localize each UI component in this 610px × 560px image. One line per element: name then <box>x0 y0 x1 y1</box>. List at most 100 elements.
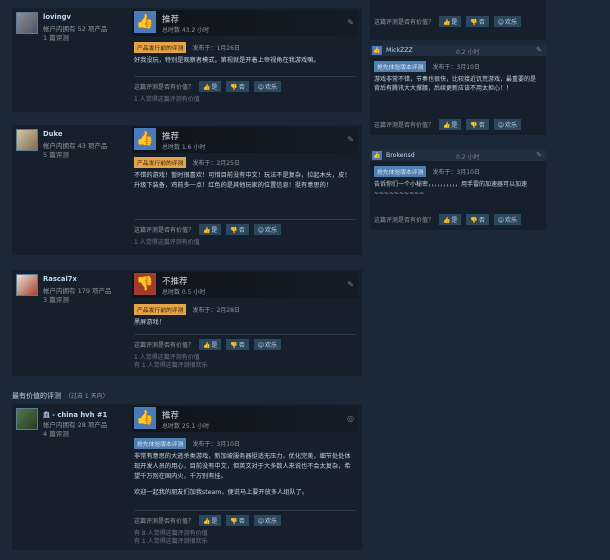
funny-button[interactable]: ☺欢乐 <box>253 515 282 526</box>
funny-button[interactable]: ☺欢乐 <box>253 81 282 92</box>
review-count[interactable]: 4 篇评测 <box>43 428 69 438</box>
review-text: 非常有意思的大逃杀类游戏，新加坡服务器挺适无压力，优化完美，细节处处体现开发人员… <box>134 453 351 480</box>
side-review-text: 告诉你们一个小秘密，，，，，，，，，，用手雷的加速器可以加速 ~~~~~~~~~… <box>374 181 528 197</box>
review-card: lovingv 帐户内拥有 52 项产品 1 篇评测 👍 推荐 总时数 43.2… <box>12 8 362 112</box>
author-name[interactable]: Duke <box>43 130 62 138</box>
author-name[interactable]: Rascal7x <box>43 275 77 283</box>
pin-icon: ✎ <box>536 46 542 54</box>
smile-icon: ☺ <box>257 342 265 349</box>
smile-icon: ☺ <box>497 19 505 26</box>
side-helpful-row: 这篇评测是否有价值？ 👍是 👎否 ☺欢乐 <box>374 214 522 225</box>
review-tag: 抢先体验版本评测 <box>134 438 187 449</box>
yes-button[interactable]: 👍是 <box>438 16 462 27</box>
yes-button[interactable]: 👍是 <box>198 81 222 92</box>
no-button[interactable]: 👎否 <box>226 81 249 92</box>
author-name[interactable]: 血 - china hvh #1 <box>43 409 107 419</box>
posted-date: 发布于：3月10日 <box>192 441 240 448</box>
yes-button[interactable]: 👍是 <box>198 339 222 350</box>
thumb-down-icon: 👎 <box>230 84 238 91</box>
helpful-row: 这篇评测是否有价值？ 👍是 👎否 ☺欢乐 <box>134 515 282 526</box>
funny-button[interactable]: ☺欢乐 <box>253 339 282 350</box>
review-tag: 产品发行前的评测 <box>134 42 187 53</box>
pin-icon: ✎ <box>347 280 354 289</box>
posted-date: 发布于：2月28日 <box>192 307 240 314</box>
side-review-1: 👍 MickZZZ 0.2 小时 ✎ 抢先体验版本评测 发布于：3月10日 游戏… <box>370 45 546 135</box>
yes-button[interactable]: 👍是 <box>438 214 462 225</box>
vote-title: 不推荐 <box>162 277 188 287</box>
review-tag: 抢先体验版本评测 <box>374 61 427 72</box>
vote-title: 推荐 <box>162 411 180 421</box>
thumb-up-icon: 👍 <box>442 122 451 129</box>
review-count[interactable]: 1 篇评测 <box>43 32 69 42</box>
thumb-down-icon: 👎 <box>230 518 238 525</box>
no-button[interactable]: 👎否 <box>226 339 249 350</box>
hours-played: 总时数 0.5 小时 <box>162 289 206 296</box>
funny-count: 有 1 人觉得这篇评测很欢乐 <box>134 538 208 545</box>
helpful-count: 1 人觉得这篇评测有价值 <box>134 239 200 246</box>
side-author-name[interactable]: Brokensd <box>386 152 415 159</box>
thumb-up-icon: 👍 <box>134 128 156 150</box>
funny-button[interactable]: ☺欢乐 <box>493 119 522 130</box>
thumb-down-icon: 👎 <box>470 122 478 129</box>
divider <box>134 76 356 77</box>
helpful-count: 有 8 人觉得这篇评测有价值 <box>134 530 208 537</box>
smile-icon: ☺ <box>497 217 505 224</box>
funny-button[interactable]: ☺欢乐 <box>493 16 522 27</box>
vote-header[interactable]: 👎 不推荐 总时数 0.5 小时 ✎ <box>132 272 358 298</box>
side-review-2: 👍 Brokensd 0.2 小时 ✎ 抢先体验版本评测 发布于：3月10日 告… <box>370 150 546 230</box>
avatar[interactable] <box>16 12 38 34</box>
funny-count: 有 1 人觉得这篇评测很欢乐 <box>134 362 208 369</box>
yes-button[interactable]: 👍是 <box>198 224 222 235</box>
no-button[interactable]: 👎否 <box>466 16 489 27</box>
funny-button[interactable]: ☺欢乐 <box>253 224 282 235</box>
side-author-name[interactable]: MickZZZ <box>386 47 413 54</box>
helpful-row: 这篇评测是否有价值？ 👍是 👎否 ☺欢乐 <box>134 81 282 92</box>
helpful-row: 这篇评测是否有价值？ 👍是 👎否 ☺欢乐 <box>134 339 282 350</box>
side-review-text: 游戏非常不错，节奏也很快，比较接近饥荒游戏，最重要的是背后有腾讯大大撑腰，后续更… <box>374 76 537 92</box>
review-card: 血 - china hvh #1 帐户内拥有 28 项产品 4 篇评测 👍 推荐… <box>12 404 362 550</box>
pin-icon: ✎ <box>347 18 354 27</box>
thumb-up-icon: 👍 <box>134 11 156 33</box>
hours-played: 总时数 25.1 小时 <box>162 423 210 430</box>
posted-date: 发布于：1月26日 <box>192 45 240 52</box>
review-card: Duke 帐户内拥有 43 项产品 5 篇评测 👍 推荐 总时数 1.6 小时 … <box>12 125 362 255</box>
divider <box>134 219 356 220</box>
thumb-down-icon: 👎 <box>230 227 238 234</box>
smile-icon: ☺ <box>497 122 505 129</box>
no-button[interactable]: 👎否 <box>226 224 249 235</box>
review-meta: 产品发行前的评测 发布于：2月25日 <box>134 157 240 168</box>
posted-date: 发布于：3月10日 <box>432 64 480 71</box>
review-meta: 抢先体验版本评测 发布于：3月10日 <box>134 438 240 449</box>
smile-icon: ☺ <box>257 227 265 234</box>
helpful-question: 这篇评测是否有价值？ <box>134 518 195 525</box>
avatar[interactable] <box>16 129 38 151</box>
funny-button[interactable]: ☺欢乐 <box>493 214 522 225</box>
vote-header[interactable]: 👍 推荐 总时数 43.2 小时 ✎ <box>132 10 358 36</box>
vote-header[interactable]: 👍 推荐 总时数 25.1 小时 ◎ <box>132 406 358 432</box>
smile-icon: ☺ <box>257 84 265 91</box>
no-button[interactable]: 👎否 <box>466 119 489 130</box>
thumb-up-icon: 👍 <box>202 518 211 525</box>
thumb-down-icon: 👎 <box>134 273 156 295</box>
thumb-up-icon: 👍 <box>134 407 156 429</box>
review-text-2: 欢迎一起我的朋友们加我steam，便说马上要开放多人组队了。 <box>134 489 308 496</box>
avatar[interactable] <box>16 274 38 296</box>
yes-button[interactable]: 👍是 <box>438 119 462 130</box>
posted-date: 发布于：3月10日 <box>432 169 480 176</box>
review-count[interactable]: 3 篇评测 <box>43 294 69 304</box>
author-name[interactable]: lovingv <box>43 13 71 21</box>
yes-button[interactable]: 👍是 <box>198 515 222 526</box>
side-helpful-row: 这篇评测是否有价值？ 👍是 👎否 ☺欢乐 <box>374 119 522 130</box>
thumb-down-icon: 👎 <box>230 342 238 349</box>
no-button[interactable]: 👎否 <box>466 214 489 225</box>
review-text: 不错的游戏！暂时很喜欢！可惜目前没有中文！玩法不是复杂，拉起木头，皮！升级下装备… <box>134 172 351 189</box>
thumb-down-icon: 👎 <box>470 217 478 224</box>
side-review-top-partial: 这篇评测是否有价值？ 👍是 👎否 ☺欢乐 <box>370 0 546 40</box>
review-meta: 产品发行前的评测 发布于：1月26日 <box>134 42 240 53</box>
thumb-down-icon: 👎 <box>470 19 478 26</box>
no-button[interactable]: 👎否 <box>226 515 249 526</box>
review-count[interactable]: 5 篇评测 <box>43 149 69 159</box>
review-card: Rascal7x 帐户内拥有 179 项产品 3 篇评测 👎 不推荐 总时数 0… <box>12 270 362 376</box>
vote-header[interactable]: 👍 推荐 总时数 1.6 小时 ✎ <box>132 127 358 153</box>
avatar[interactable] <box>16 408 38 430</box>
